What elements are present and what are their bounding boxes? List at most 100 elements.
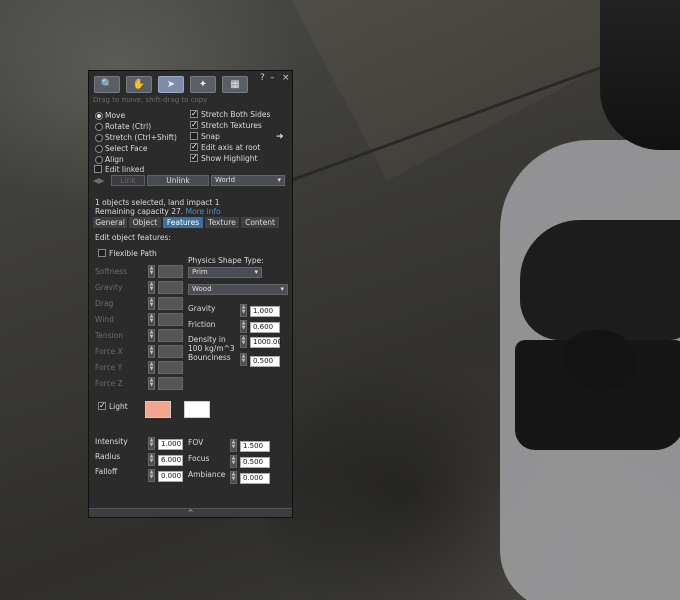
radius-field[interactable]: 6.000 <box>158 455 183 466</box>
snap-checkbox[interactable] <box>190 132 198 140</box>
stretch-textures-label: Stretch Textures <box>201 121 262 130</box>
close-icon[interactable]: × <box>282 73 290 83</box>
avatar-hair <box>600 0 680 150</box>
intensity-field[interactable]: 1.000 <box>158 439 183 450</box>
force-z-label: Force Z <box>95 379 123 388</box>
force-x-spinner[interactable]: ▲ ▼ <box>148 345 155 358</box>
wand-icon: ✦ <box>198 79 208 90</box>
drag-field[interactable] <box>158 297 183 310</box>
tab-content[interactable]: Content <box>241 217 279 228</box>
tab-texture[interactable]: Texture <box>205 217 239 228</box>
tab-features[interactable]: Features <box>163 217 203 228</box>
bounciness-label: Bounciness <box>188 353 231 362</box>
tension-spinner[interactable]: ▲ ▼ <box>148 329 155 342</box>
softness-spinner[interactable]: ▲ ▼ <box>148 265 155 278</box>
minimize-icon[interactable]: – <box>270 73 275 83</box>
force-x-label: Force X <box>95 347 123 356</box>
fov-field[interactable]: 1.500 <box>240 441 270 452</box>
flexible-path-checkbox[interactable] <box>98 249 106 257</box>
physics-gravity-spinner[interactable]: ▲ ▼ <box>240 304 247 317</box>
focus-field[interactable]: 0.500 <box>240 457 270 468</box>
force-y-field[interactable] <box>158 361 183 374</box>
material-dropdown[interactable]: Wood ▾ <box>188 284 288 295</box>
tension-field[interactable] <box>158 329 183 342</box>
intensity-label: Intensity <box>95 437 128 446</box>
falloff-field[interactable]: 0.000 <box>158 471 183 482</box>
light-checkbox[interactable]: ✓ <box>98 402 106 410</box>
wind-spinner[interactable]: ▲ ▼ <box>148 313 155 326</box>
hand-icon: ✋ <box>132 79 146 90</box>
grid-mode-dropdown[interactable]: World ▾ <box>211 175 285 186</box>
expand-panel-button[interactable]: ^ <box>89 508 292 517</box>
friction-spinner[interactable]: ▲ ▼ <box>240 320 247 333</box>
physics-shape-value: Prim <box>192 268 208 276</box>
softness-field[interactable] <box>158 265 183 278</box>
physics-shape-dropdown[interactable]: Prim ▾ <box>188 267 262 278</box>
density-field[interactable]: 1000.00 <box>250 337 282 348</box>
flex-gravity-spinner[interactable]: ▲ ▼ <box>148 281 155 294</box>
focus-spinner[interactable]: ▲ ▼ <box>230 455 237 468</box>
prev-part-arrow-icon[interactable]: ◀▶ <box>93 176 105 185</box>
falloff-spinner[interactable]: ▲ ▼ <box>148 469 155 482</box>
drag-spinner[interactable]: ▲ ▼ <box>148 297 155 310</box>
light-texture-swatch[interactable] <box>184 401 210 418</box>
unlink-button[interactable]: Unlink <box>147 175 209 186</box>
create-tool-button[interactable]: ✦ <box>190 76 216 93</box>
align-radio[interactable] <box>95 156 103 164</box>
softness-label: Softness <box>95 267 127 276</box>
capacity-text: Remaining capacity 27. <box>95 207 184 216</box>
chevron-down-icon: ▾ <box>280 285 284 293</box>
align-label: Align <box>105 155 124 164</box>
stretch-textures-checkbox[interactable]: ✓ <box>190 121 198 129</box>
ambiance-field[interactable]: 0.000 <box>240 473 270 484</box>
ambiance-label: Ambiance <box>188 470 226 479</box>
stretch-radio[interactable] <box>95 134 103 142</box>
select-face-radio[interactable] <box>95 145 103 153</box>
friction-label: Friction <box>188 320 216 329</box>
force-z-spinner[interactable]: ▲ ▼ <box>148 377 155 390</box>
physics-gravity-field[interactable]: 1.000 <box>250 306 280 317</box>
edit-linked-checkbox[interactable] <box>94 165 102 173</box>
help-icon[interactable]: ? <box>260 73 265 83</box>
force-y-spinner[interactable]: ▲ ▼ <box>148 361 155 374</box>
bounciness-field[interactable]: 0.500 <box>250 356 280 367</box>
link-button[interactable]: Link <box>111 175 145 186</box>
physics-shape-label: Physics Shape Type: <box>188 256 264 265</box>
focus-tool-button[interactable]: 🔍 <box>94 76 120 93</box>
show-highlight-checkbox[interactable]: ✓ <box>190 154 198 162</box>
fov-spinner[interactable]: ▲ ▼ <box>230 439 237 452</box>
friction-field[interactable]: 0.600 <box>250 322 280 333</box>
light-color-swatch[interactable] <box>145 401 171 418</box>
stretch-both-sides-checkbox[interactable]: ✓ <box>190 110 198 118</box>
force-y-label: Force Y <box>95 363 123 372</box>
edit-axis-root-label: Edit axis at root <box>201 143 261 152</box>
build-tools-floater[interactable]: 🔍 ✋ ➤ ✦ ▦ ? – × Drag to move, shift-drag… <box>88 70 293 518</box>
force-z-field[interactable] <box>158 377 183 390</box>
density-spinner[interactable]: ▲ ▼ <box>240 335 247 348</box>
tab-general[interactable]: General <box>93 217 127 228</box>
grid-mode-value: World <box>215 176 236 184</box>
radius-spinner[interactable]: ▲ ▼ <box>148 453 155 466</box>
tab-object[interactable]: Object <box>129 217 161 228</box>
more-info-link[interactable]: More info <box>186 207 221 216</box>
edit-axis-root-checkbox[interactable]: ✓ <box>190 143 198 151</box>
edit-tool-button[interactable]: ➤ <box>158 76 184 93</box>
density-label: Density in 100 kg/m^3 <box>188 335 235 353</box>
flex-gravity-field[interactable] <box>158 281 183 294</box>
rotate-radio[interactable] <box>95 123 103 131</box>
bulldozer-icon: ▦ <box>230 79 240 90</box>
ambiance-spinner[interactable]: ▲ ▼ <box>230 471 237 484</box>
bounciness-spinner[interactable]: ▲ ▼ <box>240 353 247 366</box>
focus-label: Focus <box>188 454 210 463</box>
land-tool-button[interactable]: ▦ <box>222 76 248 93</box>
move-tool-button[interactable]: ✋ <box>126 76 152 93</box>
move-radio[interactable] <box>95 112 103 120</box>
avatar-hand <box>565 330 635 390</box>
intensity-spinner[interactable]: ▲ ▼ <box>148 437 155 450</box>
features-heading: Edit object features: <box>95 233 171 242</box>
stretch-label: Stretch (Ctrl+Shift) <box>105 133 177 142</box>
wind-field[interactable] <box>158 313 183 326</box>
radius-label: Radius <box>95 452 121 461</box>
force-x-field[interactable] <box>158 345 183 358</box>
snap-options-arrow-icon[interactable]: ➜ <box>276 132 284 142</box>
